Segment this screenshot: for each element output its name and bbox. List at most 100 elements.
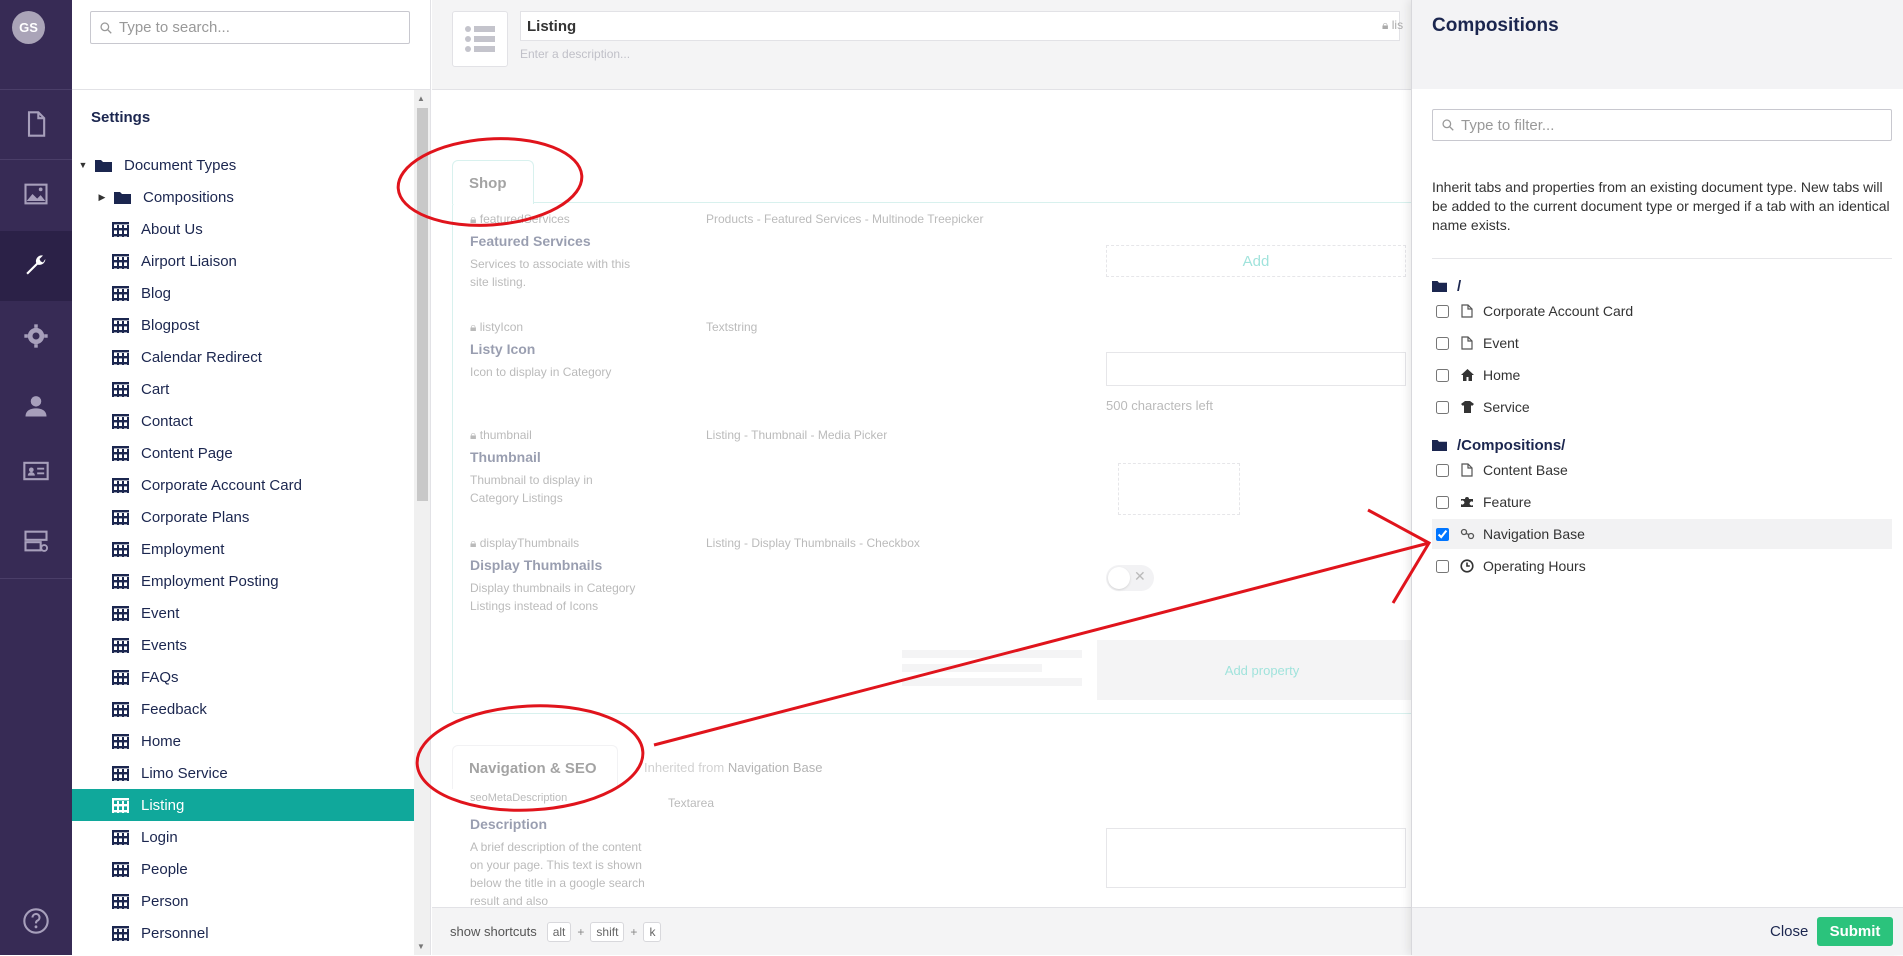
- server-icon: [24, 530, 49, 552]
- folder-icon: [113, 189, 131, 205]
- property-display-thumbnails[interactable]: 🔒︎ displayThumbnails Display Thumbnails …: [470, 536, 1400, 615]
- tree-item[interactable]: Cart: [72, 373, 414, 405]
- tree-item[interactable]: Airport Liaison: [72, 245, 414, 277]
- compositions-description: Inherit tabs and properties from an exis…: [1432, 179, 1890, 233]
- tree-item[interactable]: Person: [72, 885, 414, 917]
- composition-item[interactable]: Event: [1432, 328, 1892, 358]
- description-input[interactable]: Enter a description...: [520, 47, 630, 61]
- caret-right-icon[interactable]: ▶: [97, 192, 107, 203]
- media-picker-preview: [1118, 463, 1240, 515]
- gear-icon: [24, 324, 48, 348]
- add-property-button[interactable]: Add property: [1097, 640, 1427, 700]
- plus-sign: +: [630, 924, 638, 939]
- tree-item[interactable]: Corporate Account Card: [72, 469, 414, 501]
- media-section-button[interactable]: [0, 159, 72, 229]
- tree-item[interactable]: Personnel: [72, 917, 414, 949]
- submit-button[interactable]: Submit: [1817, 917, 1893, 946]
- add-button[interactable]: Add: [1106, 245, 1406, 277]
- help-button[interactable]: [0, 886, 72, 956]
- tree-item[interactable]: Feedback: [72, 693, 414, 725]
- tab-shop[interactable]: Shop: [452, 160, 534, 204]
- tree-item[interactable]: Listing: [72, 789, 414, 821]
- scroll-down-icon[interactable]: ▼: [417, 942, 425, 951]
- scrollbar-thumb[interactable]: [417, 108, 428, 501]
- tree-item[interactable]: Employment: [72, 533, 414, 565]
- composition-checkbox[interactable]: [1436, 527, 1449, 541]
- forms-section-button[interactable]: [0, 506, 72, 576]
- lock-icon: 🔒︎: [470, 428, 477, 442]
- packages-section-button[interactable]: [0, 301, 72, 371]
- tree-item-label: Listing: [141, 796, 185, 814]
- users-section-button[interactable]: [0, 371, 72, 441]
- tree-item-label: Calendar Redirect: [141, 348, 262, 366]
- tree-item[interactable]: Event: [72, 597, 414, 629]
- user-avatar[interactable]: GS: [12, 11, 45, 44]
- filter-box: [1432, 109, 1892, 141]
- composition-item[interactable]: Service: [1432, 392, 1892, 422]
- tree-item[interactable]: Home: [72, 725, 414, 757]
- caret-down-icon[interactable]: ▼: [78, 160, 88, 170]
- tree-item[interactable]: Events: [72, 629, 414, 661]
- composition-checkbox[interactable]: [1436, 400, 1449, 414]
- tree-root-document-types[interactable]: ▼ Document Types: [72, 149, 414, 181]
- property-name: Display Thumbnails: [470, 557, 603, 573]
- property-thumbnail[interactable]: 🔒︎ thumbnail Thumbnail Thumbnail to disp…: [470, 428, 1400, 507]
- composition-checkbox[interactable]: [1436, 559, 1449, 573]
- tree-item-label: Employment Posting: [141, 572, 279, 590]
- tree-item[interactable]: Employment Posting: [72, 565, 414, 597]
- doc-type-icon-picker[interactable]: [452, 11, 508, 67]
- compositions-panel: Compositions Inherit tabs and properties…: [1411, 0, 1903, 955]
- alias-text: lis: [1391, 18, 1404, 32]
- show-shortcuts-link[interactable]: show shortcuts: [450, 924, 537, 939]
- textarea-preview: [1106, 828, 1406, 888]
- folder-label: /Compositions/: [1457, 436, 1566, 454]
- puzzle-icon: [1459, 494, 1475, 510]
- composition-checkbox[interactable]: [1436, 304, 1449, 318]
- tree-item[interactable]: Calendar Redirect: [72, 341, 414, 373]
- doctype-grid-icon: [111, 605, 129, 621]
- tab-navigation-seo[interactable]: Navigation & SEO: [452, 745, 618, 789]
- content-section-button[interactable]: [0, 89, 72, 159]
- home-icon: [1459, 367, 1475, 383]
- search-input[interactable]: [117, 18, 407, 37]
- composition-item[interactable]: Content Base: [1432, 455, 1892, 485]
- tree-item[interactable]: Login: [72, 821, 414, 853]
- composition-item[interactable]: Corporate Account Card: [1432, 296, 1892, 326]
- composition-checkbox[interactable]: [1436, 495, 1449, 509]
- key-shift: shift: [590, 921, 625, 942]
- scroll-up-icon[interactable]: ▲: [417, 94, 425, 103]
- tree-item[interactable]: FAQs: [72, 661, 414, 693]
- tree-item[interactable]: People: [72, 853, 414, 885]
- tree-item[interactable]: Limo Service: [72, 757, 414, 789]
- close-button[interactable]: Close: [1764, 922, 1814, 941]
- divider: [1432, 258, 1892, 259]
- tree-item[interactable]: Content Page: [72, 437, 414, 469]
- property-description: Icon to display in Category: [470, 365, 612, 379]
- tree-item[interactable]: About Us: [72, 213, 414, 245]
- document-type-editor: Listing 🔒︎ lis Enter a description... Sh…: [432, 0, 1432, 955]
- filter-input[interactable]: [1459, 115, 1879, 135]
- alias-lock[interactable]: 🔒︎ lis: [1382, 18, 1403, 33]
- doctype-grid-icon: [111, 413, 129, 429]
- tree-item[interactable]: Corporate Plans: [72, 501, 414, 533]
- tree-item[interactable]: ▶ Compositions: [72, 181, 414, 213]
- tree-item-label: Person: [141, 892, 189, 910]
- composition-item[interactable]: Feature: [1432, 487, 1892, 517]
- composition-item[interactable]: Navigation Base: [1432, 519, 1892, 549]
- doctype-grid-icon: [111, 349, 129, 365]
- tree-item[interactable]: Blog: [72, 277, 414, 309]
- members-section-button[interactable]: [0, 436, 72, 506]
- composition-checkbox[interactable]: [1436, 463, 1449, 477]
- composition-item[interactable]: Home: [1432, 360, 1892, 390]
- toggle-knob: [1108, 567, 1130, 589]
- settings-section-button[interactable]: [0, 231, 72, 301]
- property-alias: seoMetaDescription: [470, 792, 568, 804]
- composition-checkbox[interactable]: [1436, 368, 1449, 382]
- composition-item[interactable]: Operating Hours: [1432, 551, 1892, 581]
- property-editor-name: Listing - Display Thumbnails - Checkbox: [706, 536, 920, 550]
- tree-item[interactable]: Blogpost: [72, 309, 414, 341]
- tree-item[interactable]: Contact: [72, 405, 414, 437]
- chars-left: 500 characters left: [1106, 398, 1213, 413]
- doc-type-name-input[interactable]: Listing: [520, 11, 1400, 41]
- composition-checkbox[interactable]: [1436, 336, 1449, 350]
